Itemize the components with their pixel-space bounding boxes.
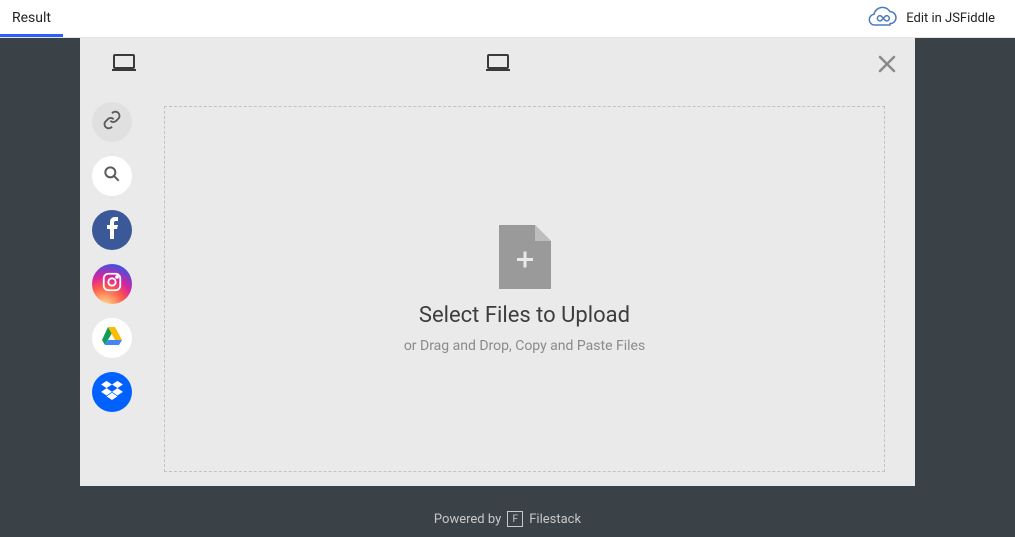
tab-result[interactable]: Result — [0, 0, 63, 37]
source-rail — [80, 92, 144, 486]
source-instagram-button[interactable] — [92, 264, 132, 304]
link-icon — [102, 110, 122, 134]
search-icon — [102, 164, 122, 188]
source-link-button[interactable] — [92, 102, 132, 142]
edit-label: Edit in JSFiddle — [906, 11, 995, 26]
device-icon-center[interactable] — [486, 53, 510, 77]
footer: Powered by F Filestack — [0, 511, 1015, 527]
edit-in-jsfiddle-link[interactable]: Edit in JSFiddle — [866, 6, 995, 32]
stage-background: Select Files to Upload or Drag and Drop,… — [0, 38, 1015, 537]
source-dropbox-button[interactable] — [92, 372, 132, 412]
file-plus-icon — [499, 225, 551, 293]
drop-area-wrap: Select Files to Upload or Drag and Drop,… — [144, 92, 915, 486]
drop-subtitle: or Drag and Drop, Copy and Paste Files — [404, 338, 645, 354]
source-facebook-button[interactable] — [92, 210, 132, 250]
instagram-icon — [101, 271, 123, 297]
drop-area[interactable]: Select Files to Upload or Drag and Drop,… — [164, 106, 885, 472]
top-bar: Result Edit in JSFiddle — [0, 0, 1015, 38]
powered-by-label: Powered by — [434, 512, 501, 527]
dropbox-icon — [101, 380, 123, 404]
source-search-button[interactable] — [92, 156, 132, 196]
modal-header — [80, 38, 915, 92]
drop-title: Select Files to Upload — [419, 303, 630, 328]
source-gdrive-button[interactable] — [92, 318, 132, 358]
gdrive-icon — [101, 326, 123, 350]
filestack-logo-icon: F — [507, 511, 523, 527]
device-icon-left[interactable] — [112, 53, 136, 77]
facebook-icon — [106, 217, 118, 243]
close-icon[interactable] — [877, 54, 897, 78]
brand-label: Filestack — [529, 512, 581, 527]
upload-modal: Select Files to Upload or Drag and Drop,… — [80, 38, 915, 486]
modal-body: Select Files to Upload or Drag and Drop,… — [80, 92, 915, 486]
cloud-icon — [866, 6, 898, 32]
